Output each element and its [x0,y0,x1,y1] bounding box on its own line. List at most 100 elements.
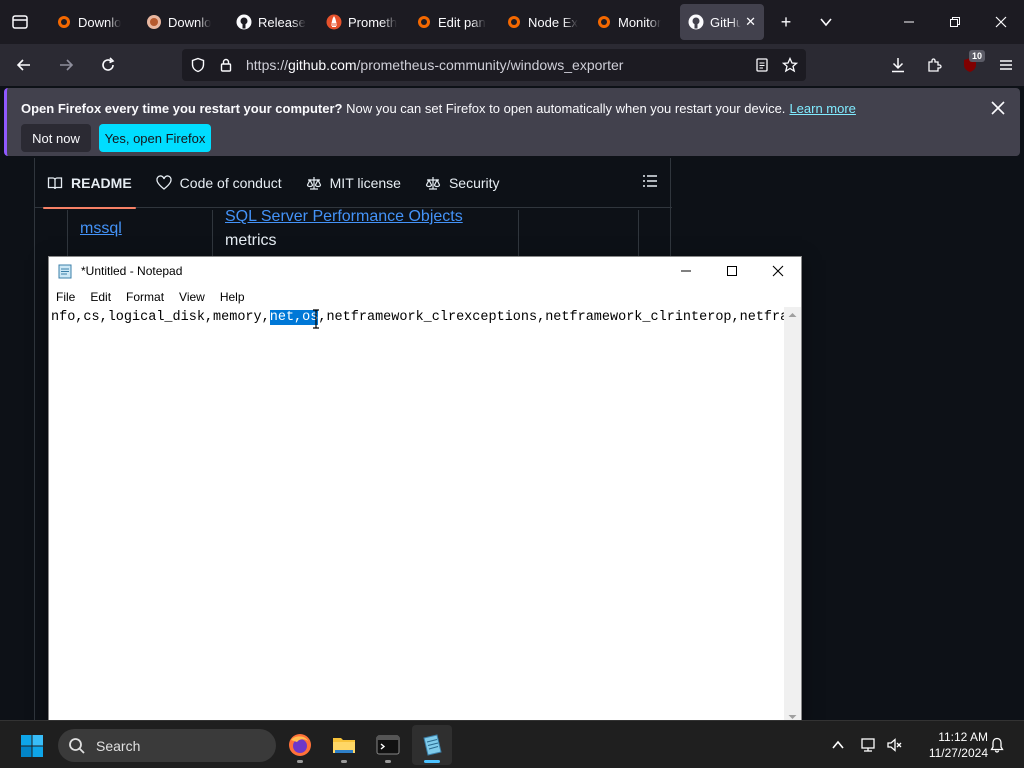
notepad-maximize-button[interactable] [709,257,755,285]
plus-icon: + [780,11,792,32]
lock-icon[interactable] [214,53,238,77]
tab-label: README [71,174,132,191]
list-icon [643,175,657,187]
new-tab-button[interactable]: + [766,0,806,44]
browser-tab[interactable]: Downlo [48,0,138,44]
navigation-toolbar: https://github.com/prometheus-community/… [0,44,1024,86]
text-before-selection: nfo,cs,logical_disk,memory, [51,310,270,325]
not-now-button[interactable]: Not now [21,124,91,152]
vertical-scrollbar[interactable] [784,307,801,725]
browser-tab[interactable]: Edit pan [408,0,498,44]
tab-code-of-conduct[interactable]: Code of conduct [144,158,294,208]
running-indicator [297,760,303,763]
running-indicator [385,760,391,763]
taskbar-search[interactable]: Search [58,729,276,762]
clock-date: 11/27/2024 [928,746,988,760]
firefox-view-button[interactable] [0,0,40,44]
tab-label: Downlo [78,14,122,30]
browser-tab[interactable]: Prometh [318,0,408,44]
clock-time: 11:12 AM [938,730,988,744]
text-cursor-icon [313,309,319,329]
close-icon [995,16,1007,28]
minimize-icon [681,270,691,272]
learn-more-link[interactable]: Learn more [789,101,855,116]
search-icon [69,737,85,754]
taskbar-clock[interactable]: 11:12 AM 11/27/2024 [912,729,988,761]
browser-tab[interactable]: Monitor [588,0,678,44]
grafana-icon [56,14,72,30]
url-prefix: https:// [246,57,289,73]
heart-icon [156,174,172,190]
firefox-view-icon [12,15,28,29]
collector-mssql-link[interactable]: mssql [80,220,122,238]
url-bar[interactable]: https://github.com/prometheus-community/… [182,49,806,81]
outline-button[interactable] [642,173,658,194]
menu-view[interactable]: View [172,290,213,304]
tab-label: Security [448,174,500,191]
browser-tab[interactable]: Downlo [138,0,228,44]
notifications-button[interactable] [986,721,1008,768]
extension-badge: 10 [968,50,985,62]
github-icon [236,14,252,30]
sql-server-perf-objects-link[interactable]: SQL Server Performance Objects [225,208,463,226]
minimize-button[interactable] [886,0,932,44]
show-hidden-icons-button[interactable] [826,721,850,768]
taskbar-terminal[interactable] [368,725,408,765]
repo-file-tabs: README Code of conduct MIT license Secur… [35,158,672,209]
notification-message: Open Firefox every time you restart your… [21,101,856,116]
notepad-close-button[interactable] [755,257,801,285]
taskbar-notepad[interactable] [412,725,452,765]
default-browser-notification: Open Firefox every time you restart your… [4,88,1020,156]
tab-label: MIT license [329,174,401,191]
close-notification-button[interactable] [988,98,1008,118]
bookmark-star-icon[interactable] [778,53,802,77]
downloads-button[interactable] [880,44,916,86]
shield-icon[interactable] [186,53,210,77]
scale-icon [306,176,321,190]
browser-tab-strip: Downlo Downlo Release Prometh Edit pan N… [0,0,1024,44]
github-icon [688,14,704,30]
reader-view-icon[interactable] [750,53,774,77]
chevron-up-icon [832,740,844,749]
restore-button[interactable] [932,0,978,44]
terminal-icon [376,735,400,755]
notepad-icon [423,734,442,756]
url-text[interactable]: https://github.com/prometheus-community/… [246,57,623,73]
back-button[interactable] [6,49,42,81]
taskbar-file-explorer[interactable] [324,725,364,765]
close-tab-icon[interactable]: ✕ [745,14,756,30]
ublock-extension-button[interactable]: 10 [952,44,988,86]
menu-file[interactable]: File [49,290,83,304]
volume-status[interactable] [884,721,906,768]
scroll-up-arrow-icon[interactable] [784,307,801,324]
close-icon [991,101,1005,115]
menu-help[interactable]: Help [213,290,253,304]
notepad-icon [58,264,72,279]
notification-body: Now you can set Firefox to open automati… [342,101,786,116]
network-status[interactable] [858,721,880,768]
browser-tab-active[interactable]: GitHu ✕ [680,4,764,40]
extensions-button[interactable] [916,44,952,86]
menu-format[interactable]: Format [119,290,172,304]
start-button[interactable] [16,731,48,761]
notepad-title-bar[interactable]: *Untitled - Notepad [49,257,801,285]
forward-button[interactable] [48,49,84,81]
tab-security[interactable]: Security [413,158,512,208]
notepad-minimize-button[interactable] [663,257,709,285]
close-window-button[interactable] [978,0,1024,44]
yes-open-firefox-button[interactable]: Yes, open Firefox [99,124,211,152]
tab-readme[interactable]: README [35,158,144,209]
menu-edit[interactable]: Edit [83,290,119,304]
taskbar-firefox[interactable] [280,725,320,765]
reload-button[interactable] [90,49,126,81]
tab-label: Prometh [348,14,398,30]
app-menu-button[interactable] [988,44,1024,86]
browser-tab[interactable]: Release [228,0,318,44]
minimize-icon [904,21,914,23]
volume-muted-icon [887,738,902,752]
browser-tab[interactable]: Node Ex [498,0,588,44]
notepad-text-area[interactable]: nfo,cs,logical_disk,memory,net,os,netfra… [49,307,785,725]
tab-mit-license[interactable]: MIT license [294,158,413,208]
search-label: Search [96,737,141,754]
list-all-tabs-button[interactable] [806,0,846,44]
